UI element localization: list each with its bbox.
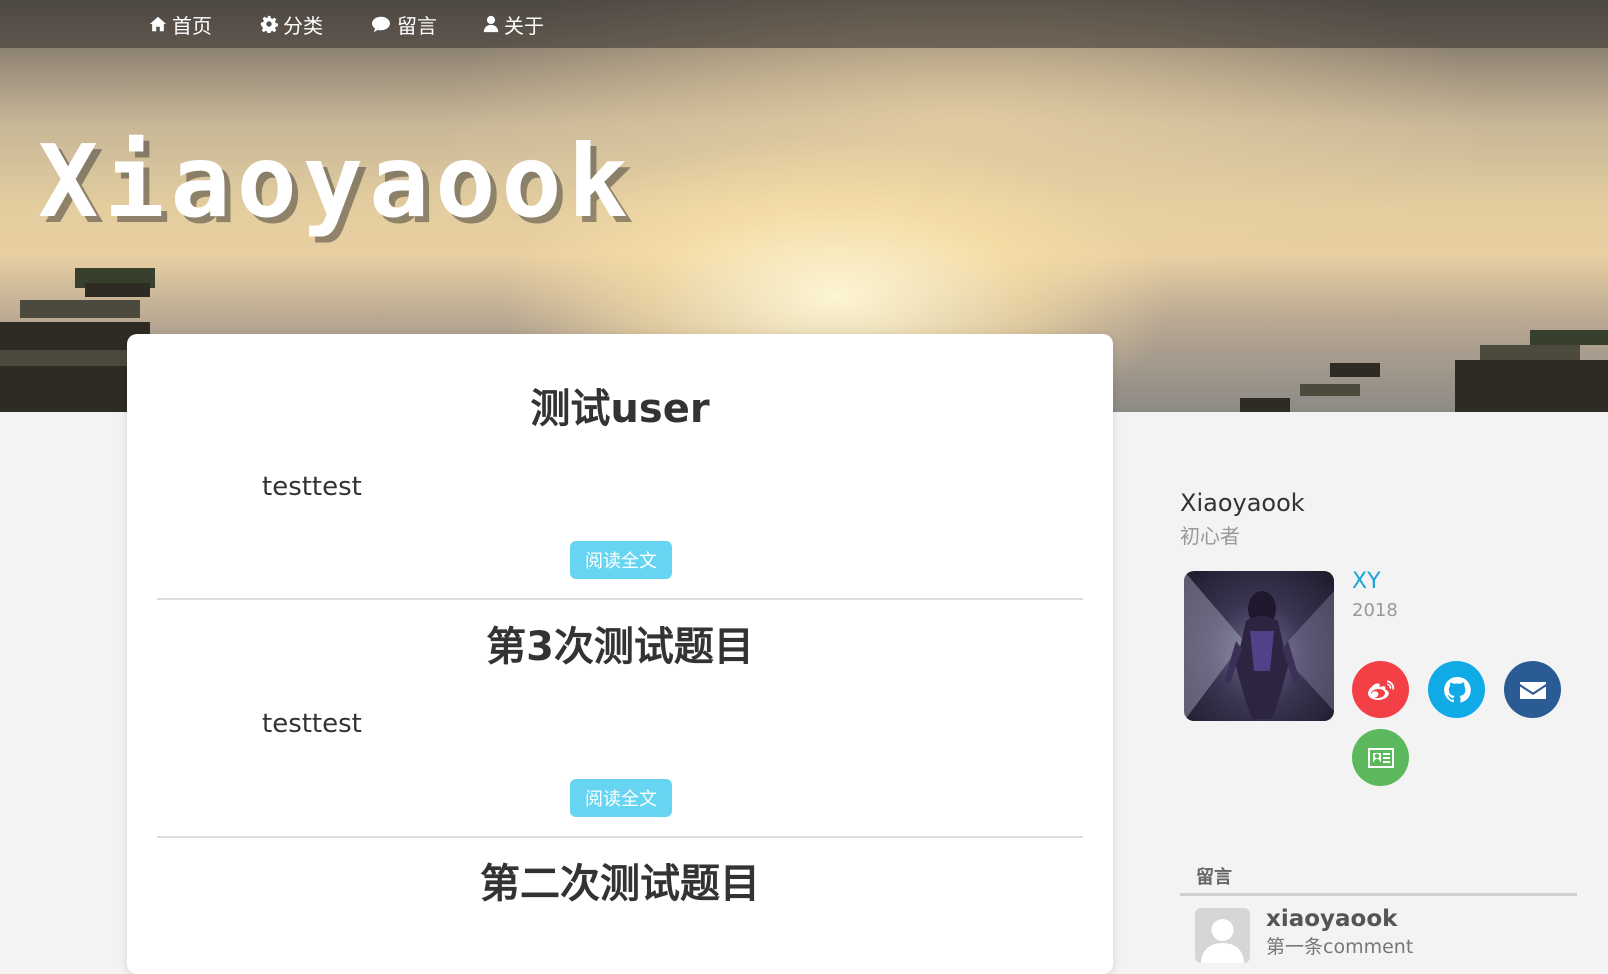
nav-item-label: 首页 (172, 13, 212, 38)
read-more-button[interactable]: 阅读全文 (570, 541, 672, 579)
comments-heading: 留言 (1196, 867, 1232, 888)
user-icon (483, 15, 499, 33)
contact-card-button[interactable] (1352, 729, 1409, 786)
comment-icon (370, 15, 392, 33)
profile-year: 2018 (1352, 600, 1398, 621)
email-button[interactable] (1504, 661, 1561, 718)
home-icon (149, 15, 167, 33)
divider (157, 598, 1083, 600)
post-list-card: 测试user testtest 阅读全文 第3次测试题目 testtest 阅读… (127, 334, 1113, 974)
comment-text: 第一条comment (1266, 936, 1414, 958)
profile-name: Xiaoyaook (1180, 489, 1305, 517)
post-title[interactable]: 第二次测试题目 (157, 851, 1083, 909)
nav-item-label: 关于 (504, 13, 544, 38)
commenter-avatar (1195, 908, 1250, 963)
divider (157, 836, 1083, 838)
profile-short-name[interactable]: XY (1352, 569, 1381, 594)
nav-item-home[interactable]: 首页 (149, 9, 212, 39)
site-title[interactable]: Xiaoyaook (38, 132, 634, 232)
gear-icon (260, 15, 278, 33)
top-nav: 首页 分类 留言 关于 (0, 0, 1608, 48)
weibo-icon (1365, 674, 1397, 706)
nav-item-category[interactable]: 分类 (260, 9, 323, 39)
post-title[interactable]: 第3次测试题目 (157, 614, 1083, 672)
nav-item-messages[interactable]: 留言 (370, 9, 437, 39)
avatar (1184, 571, 1334, 721)
post-title[interactable]: 测试user (157, 376, 1083, 434)
divider (1180, 893, 1577, 896)
nav-item-label: 留言 (397, 13, 437, 38)
weibo-button[interactable] (1352, 661, 1409, 718)
post-summary: testtest (262, 709, 362, 739)
contact-card-icon (1365, 742, 1397, 774)
read-more-button[interactable]: 阅读全文 (570, 779, 672, 817)
comment-author[interactable]: xiaoyaook (1266, 906, 1397, 932)
nav-item-label: 分类 (283, 13, 323, 38)
post-summary: testtest (262, 472, 362, 502)
email-icon (1517, 674, 1549, 706)
github-icon (1441, 674, 1473, 706)
nav-item-about[interactable]: 关于 (483, 9, 544, 39)
profile-motto: 初心者 (1180, 524, 1240, 548)
github-button[interactable] (1428, 661, 1485, 718)
